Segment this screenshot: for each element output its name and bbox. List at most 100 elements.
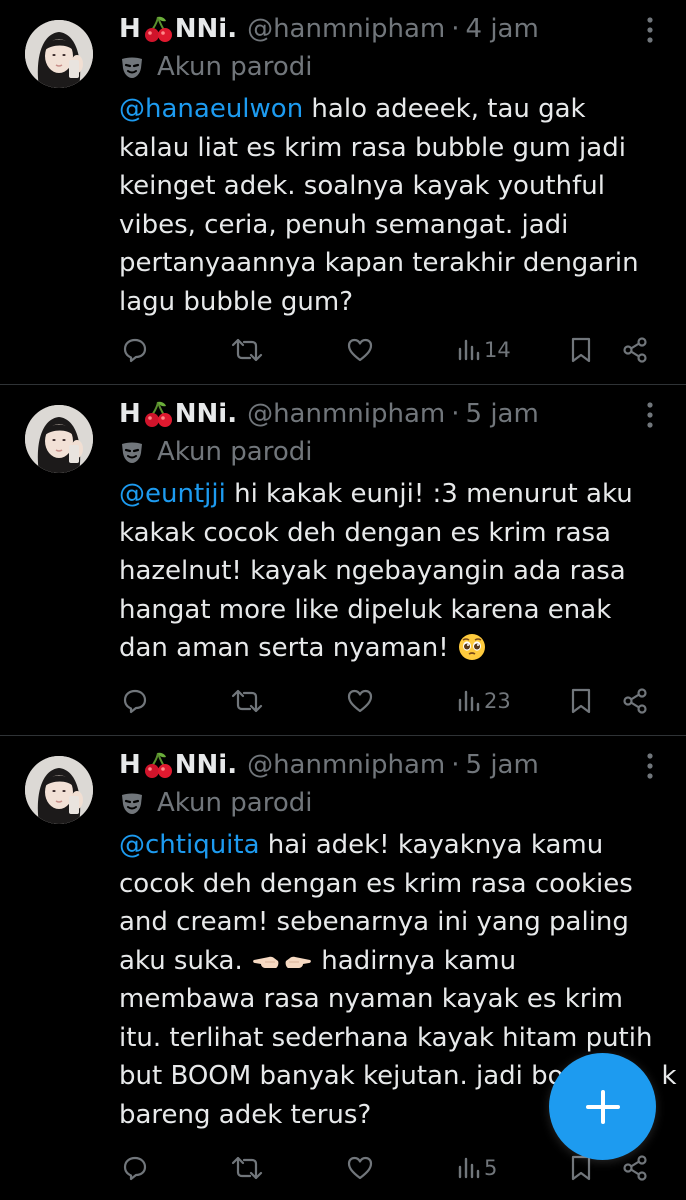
tweet-text-line: pertanyaannya kapan terakhir dengarin [119, 248, 639, 278]
pleading-face-emoji-icon [458, 634, 485, 660]
heart-icon [347, 338, 373, 362]
parody-label: Akun parodi [119, 786, 312, 820]
separator-dot: · [451, 750, 460, 780]
user-handle[interactable]: @hanmnipham [247, 750, 445, 780]
analytics-icon [458, 690, 480, 712]
tweet-text-line: itu. terlihat sederhana kayak hitam puti… [119, 1022, 653, 1053]
tweet-text-line: cocok deh dengan es krim rasa cookies [119, 868, 633, 899]
tweet-text-segment: hadirnya kamu [313, 945, 517, 976]
analytics-icon [458, 339, 480, 361]
bookmark-button[interactable] [568, 681, 594, 721]
tweet-header: H NNi. @hanmnipham · 4 jam [119, 10, 539, 48]
tweet-text-line: kalau liat es krim rasa bubble gum jadi [119, 132, 626, 163]
tweet-actions: 14 [0, 330, 686, 370]
tweet-text-line: aku suka. hadirnya kamu [119, 942, 659, 981]
tweet-text-line: dan aman serta nyaman! [119, 629, 659, 668]
views-button[interactable]: 5 [456, 1148, 497, 1188]
avatar[interactable] [25, 20, 93, 88]
repost-icon [231, 338, 263, 362]
parody-label-text: Akun parodi [157, 52, 313, 82]
reply-icon [123, 338, 147, 363]
tweet[interactable]: H NNi. @hanmnipham · 5 jam Akun parodi @… [0, 385, 686, 735]
views-button[interactable]: 23 [456, 681, 511, 721]
heart-icon [347, 689, 373, 713]
reply-button[interactable] [121, 330, 149, 370]
parody-label: Akun parodi [119, 435, 312, 469]
share-button[interactable] [621, 330, 649, 370]
parody-label-text: Akun parodi [157, 788, 313, 818]
reply-button[interactable] [121, 1148, 149, 1188]
avatar[interactable] [25, 405, 93, 473]
share-icon [623, 688, 647, 714]
mention-link[interactable]: @hanaeulwon [119, 94, 303, 124]
mention-link[interactable]: @euntjji [119, 479, 226, 509]
cherries-icon [144, 16, 172, 42]
tweet[interactable]: H NNi. @hanmnipham · 4 jam Akun parodi @… [0, 0, 686, 384]
tweet-text-segment: hai adek! kayaknya kamu [259, 830, 604, 860]
mention-link[interactable]: @chtiquita [119, 830, 260, 860]
tweet-text-segment: halo adeeek, tau gak [303, 94, 586, 124]
tweet-text-line: @hanaeulwon halo adeeek, tau gak [119, 90, 659, 129]
repost-button[interactable] [231, 681, 263, 721]
share-icon [623, 1155, 647, 1181]
tweet-header: H NNi. @hanmnipham · 5 jam [119, 746, 539, 784]
bookmark-icon [571, 337, 591, 363]
more-options-icon[interactable] [638, 12, 662, 48]
avatar[interactable] [25, 756, 93, 824]
timestamp[interactable]: 5 jam [466, 750, 539, 780]
display-name[interactable]: H NNi. [119, 399, 237, 429]
tweet-actions: 23 [0, 681, 686, 721]
timestamp[interactable]: 4 jam [466, 14, 539, 44]
user-handle[interactable]: @hanmnipham [247, 399, 445, 429]
theater-mask-icon [122, 793, 142, 814]
like-button[interactable] [346, 1148, 374, 1188]
tweet-text-segment: k [661, 1061, 677, 1091]
tweet-text-line: lagu bubble gum? [119, 286, 353, 317]
display-name[interactable]: H NNi. [119, 750, 237, 780]
more-options-icon[interactable] [638, 748, 662, 784]
tweet-text-line: @euntjji hi kakak eunji! :3 menurut aku [119, 475, 659, 514]
tweet-text-line: keinget adek. soalnya kayak youthful [119, 171, 605, 201]
tweet-text-line: kakak cocok deh dengan es krim rasa [119, 517, 611, 548]
views-button[interactable]: 14 [456, 330, 511, 370]
plus-icon [585, 1089, 620, 1124]
parody-label: Akun parodi [119, 50, 312, 84]
compose-post-button[interactable] [549, 1053, 656, 1160]
separator-dot: · [451, 14, 460, 44]
view-count: 5 [484, 1156, 498, 1180]
bookmark-button[interactable] [568, 330, 594, 370]
display-name-part: H [119, 750, 141, 780]
like-button[interactable] [346, 330, 374, 370]
cherries-icon [144, 401, 172, 427]
display-name-part: NNi. [174, 14, 238, 44]
user-handle[interactable]: @hanmnipham [247, 14, 445, 44]
more-options-icon[interactable] [638, 397, 662, 433]
display-name-part: NNi. [174, 399, 238, 429]
like-button[interactable] [346, 681, 374, 721]
display-name-part: H [119, 14, 141, 44]
tweet-text-segment: but BOOM banyak kejutan. jadi bo [119, 1061, 564, 1091]
reply-icon [123, 689, 147, 714]
timestamp[interactable]: 5 jam [466, 399, 539, 429]
reply-button[interactable] [121, 681, 149, 721]
repost-button[interactable] [231, 330, 263, 370]
view-count: 23 [484, 689, 511, 713]
tweet-text-line: and cream! sebenarnya ini yang paling [119, 907, 629, 937]
repost-icon [231, 689, 263, 713]
repost-button[interactable] [231, 1148, 263, 1188]
tweet-text-line: membawa rasa nyaman kayak es krim [119, 984, 623, 1014]
heart-icon [347, 1156, 373, 1180]
tweet-text: @hanaeulwon halo adeeek, tau gak kalau l… [119, 90, 659, 321]
tweet-text-line: hangat more like dipeluk karena enak [119, 594, 612, 625]
repost-icon [231, 1156, 263, 1180]
share-icon [623, 337, 647, 363]
reply-icon [123, 1156, 147, 1181]
display-name-part: NNi. [174, 750, 238, 780]
separator-dot: · [451, 399, 460, 429]
cherries-icon [144, 752, 172, 778]
share-button[interactable] [621, 681, 649, 721]
tweet-text-segment: hi kakak eunji! :3 menurut aku [225, 479, 633, 509]
theater-mask-icon [122, 57, 142, 78]
display-name[interactable]: H NNi. [119, 14, 237, 44]
parody-label-text: Akun parodi [157, 437, 313, 467]
